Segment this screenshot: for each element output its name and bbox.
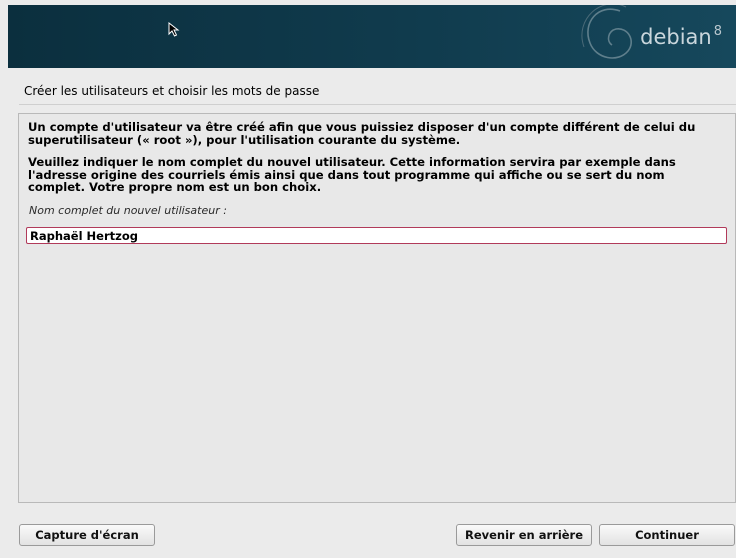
screenshot-button[interactable]: Capture d'écran [19,524,155,546]
mouse-pointer-icon [168,22,180,37]
go-back-button[interactable]: Revenir en arrière [456,524,592,546]
instruction-paragraph: Veuillez indiquer le nom complet du nouv… [28,155,676,194]
full-name-input[interactable] [26,227,727,244]
debian-logo: debian 8 [640,24,722,49]
page-title: Créer les utilisateurs et choisir les mo… [24,84,320,98]
content-panel: Un compte d'utilisateur va être créé afi… [18,113,736,503]
intro-paragraph: Un compte d'utilisateur va être créé afi… [28,120,696,147]
debian-logo-version: 8 [713,24,722,39]
full-name-label: Nom complet du nouvel utilisateur : [29,204,227,217]
debian-logo-name: debian [640,25,712,49]
continue-button[interactable]: Continuer [599,524,735,546]
title-divider [19,104,736,105]
debian-swirl-icon [581,5,632,59]
installer-banner: debian 8 [8,5,736,68]
